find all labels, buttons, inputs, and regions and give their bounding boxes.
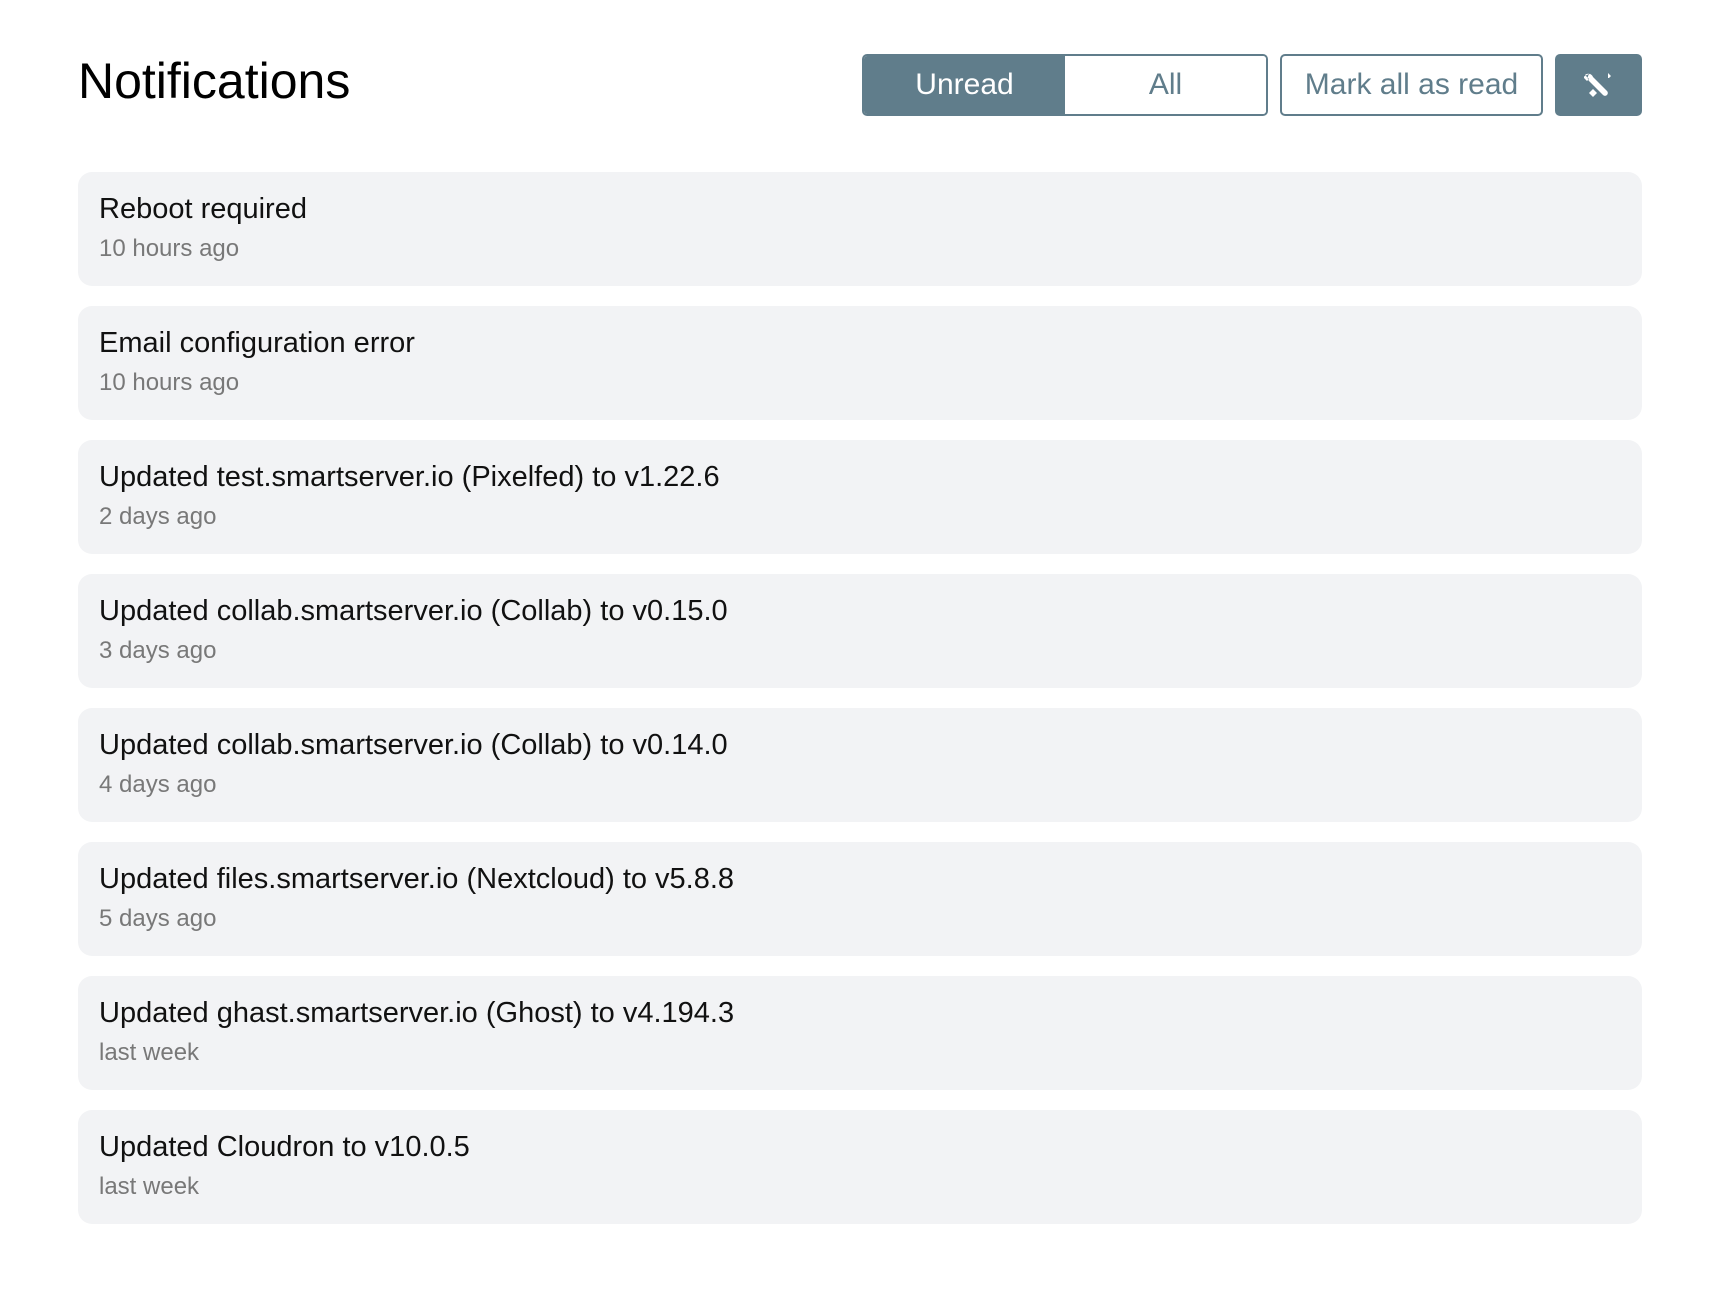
notification-item[interactable]: Email configuration error 10 hours ago bbox=[78, 306, 1642, 420]
notification-time: 10 hours ago bbox=[99, 369, 240, 396]
mark-all-read-button[interactable]: Mark all as read bbox=[1280, 54, 1543, 116]
page-header: Notifications Unread All Mark all as rea… bbox=[78, 0, 1642, 172]
notification-time: 10 hours ago bbox=[99, 235, 240, 262]
notification-item[interactable]: Updated test.smartserver.io (Pixelfed) t… bbox=[78, 440, 1642, 554]
notification-time: 3 days ago bbox=[99, 637, 217, 664]
notification-item[interactable]: Updated Cloudron to v10.0.5 last week bbox=[78, 1110, 1642, 1224]
notification-item[interactable]: Updated collab.smartserver.io (Collab) t… bbox=[78, 574, 1642, 688]
notification-title: Updated collab.smartserver.io (Collab) t… bbox=[99, 729, 728, 761]
notification-list: Reboot required 10 hours ago Email confi… bbox=[78, 172, 1642, 1224]
notification-title: Updated ghast.smartserver.io (Ghost) to … bbox=[99, 997, 735, 1029]
notification-time: 5 days ago bbox=[99, 905, 217, 932]
notification-title: Updated collab.smartserver.io (Collab) t… bbox=[99, 595, 728, 627]
notification-title: Updated Cloudron to v10.0.5 bbox=[99, 1131, 470, 1163]
notification-item[interactable]: Reboot required 10 hours ago bbox=[78, 172, 1642, 286]
tools-icon bbox=[1583, 70, 1614, 100]
notification-item[interactable]: Updated ghast.smartserver.io (Ghost) to … bbox=[78, 976, 1642, 1090]
notification-time: 4 days ago bbox=[99, 771, 217, 798]
notification-time: last week bbox=[99, 1039, 200, 1066]
page-title: Notifications bbox=[78, 53, 351, 109]
notification-time: last week bbox=[99, 1173, 200, 1200]
notification-item[interactable]: Updated collab.smartserver.io (Collab) t… bbox=[78, 708, 1642, 822]
filter-unread-button[interactable]: Unread bbox=[864, 56, 1065, 114]
filter-all-button[interactable]: All bbox=[1065, 56, 1266, 114]
notification-item[interactable]: Updated files.smartserver.io (Nextcloud)… bbox=[78, 842, 1642, 956]
toolbar: Unread All Mark all as read bbox=[862, 54, 1642, 116]
notification-title: Email configuration error bbox=[99, 327, 415, 359]
notifications-page: Notifications Unread All Mark all as rea… bbox=[0, 0, 1720, 1298]
settings-button[interactable] bbox=[1555, 54, 1642, 116]
notification-title: Reboot required bbox=[99, 193, 307, 225]
filter-toggle: Unread All bbox=[862, 54, 1268, 116]
notification-time: 2 days ago bbox=[99, 503, 217, 530]
notification-title: Updated files.smartserver.io (Nextcloud)… bbox=[99, 863, 735, 895]
notification-title: Updated test.smartserver.io (Pixelfed) t… bbox=[99, 461, 720, 493]
